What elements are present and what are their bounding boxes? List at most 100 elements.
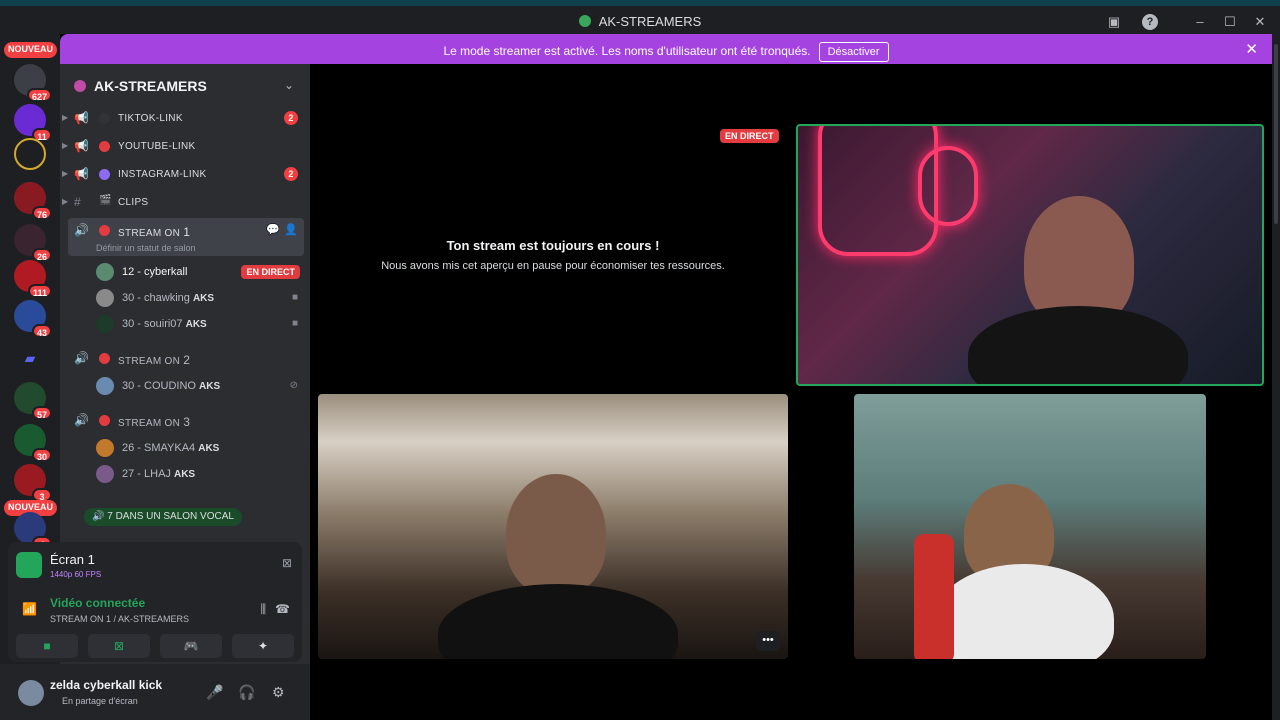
mention-badge: 57 <box>31 406 52 420</box>
mention-badge: 111 <box>27 284 52 298</box>
close-window-button[interactable]: ✕ <box>1250 12 1270 32</box>
disable-streamer-mode-button[interactable]: Désactiver <box>818 42 889 62</box>
share-screen-button[interactable]: ⊠ <box>88 634 150 658</box>
server-icon[interactable]: 57 <box>14 382 52 420</box>
disconnect-icon[interactable]: ☎ <box>275 602 290 616</box>
server-icon[interactable]: 11 <box>14 104 52 142</box>
caret-icon: ▶ <box>62 113 69 122</box>
camera-icon: ■ <box>291 318 298 329</box>
voice-channel-stream-on-3[interactable]: 🔊 STREAM ON 3 <box>68 408 304 432</box>
user-panel: zelda cyberkall kick En partage d'écran … <box>0 664 310 720</box>
unread-badge: 2 <box>284 167 298 181</box>
streamer-video <box>506 474 606 594</box>
noise-suppression-icon[interactable]: ⫼ <box>260 602 266 617</box>
announcement-icon: 📢 <box>74 167 90 181</box>
server-icon[interactable]: 76 <box>14 182 52 220</box>
voice-member[interactable]: 12 - cyberkall EN DIRECT <box>96 260 304 284</box>
mention-badge: 43 <box>31 324 52 338</box>
server-icon <box>74 80 86 92</box>
screen-share-card[interactable]: Écran 1 1440p 60 FPS ⊠ <box>16 550 294 588</box>
voice-channel-stream-on-2[interactable]: 🔊 STREAM ON 2 <box>68 346 304 370</box>
server-icon[interactable]: 3 <box>14 464 52 502</box>
voice-member[interactable]: 30 - souiri07 AKS ■ <box>96 312 304 336</box>
user-status: En partage d'écran <box>62 696 138 706</box>
help-icon[interactable]: ? <box>1142 14 1158 30</box>
avatar <box>96 439 114 457</box>
scrollbar[interactable] <box>1272 34 1280 720</box>
avatar <box>96 377 114 395</box>
server-icon[interactable]: 4 <box>14 512 52 550</box>
speaker-icon: 🔊 <box>92 511 108 522</box>
app-logo-icon <box>578 15 591 27</box>
status-dot <box>99 141 110 152</box>
voice-channel-stream-on-1[interactable]: 🔊 STREAM ON 1 💬 👤 Définir un statut de s… <box>68 218 304 256</box>
headphones-icon[interactable]: 🎧 <box>238 684 255 701</box>
voice-actions: ■ ⊠ 🎮 ✦ <box>16 634 294 658</box>
live-badge: EN DIRECT <box>241 265 300 279</box>
voice-member[interactable]: 27 - LHAJ AKS <box>96 462 304 486</box>
server-icon[interactable]: 30 <box>14 424 52 462</box>
gamepad-icon: 🎮 <box>183 639 199 653</box>
avatar <box>96 315 114 333</box>
channel-clips[interactable]: ▶ # 🎬 CLIPS <box>62 190 304 214</box>
username[interactable]: zelda cyberkall kick <box>50 678 162 692</box>
window-title: AK-STREAMERS <box>598 14 702 29</box>
screen-title: Écran 1 <box>50 552 95 567</box>
inbox-icon[interactable]: ▣ <box>1104 12 1124 32</box>
gear-icon[interactable]: ⚙ <box>272 684 285 701</box>
server-header[interactable]: AK-STREAMERS <box>74 78 207 94</box>
more-options-button[interactable]: ••• <box>756 631 780 651</box>
chevron-down-icon[interactable]: ⌄ <box>284 78 294 92</box>
connection-label[interactable]: Vidéo connectée <box>50 596 145 610</box>
new-badge: NOUVEAU <box>4 42 58 58</box>
banner-text: Le mode streamer est activé. Les noms d'… <box>443 44 811 58</box>
server-icon[interactable] <box>14 138 46 170</box>
status-dot <box>99 415 110 426</box>
voice-activity-pill[interactable]: 🔊 7 DANS UN SALON VOCAL <box>84 508 242 526</box>
video-tile[interactable] <box>796 124 1264 386</box>
soundboard-button[interactable]: ✦ <box>232 634 294 658</box>
activities-button[interactable]: 🎮 <box>160 634 222 658</box>
video-tile[interactable]: ••• <box>318 394 788 659</box>
speaker-icon: 🔊 <box>74 413 90 427</box>
maximize-button[interactable]: ☐ <box>1220 12 1240 32</box>
avatar <box>96 465 114 483</box>
status-dot <box>99 169 110 180</box>
stop-share-icon[interactable]: ⊠ <box>282 556 292 570</box>
server-icon[interactable]: 627 <box>14 64 52 102</box>
server-icon[interactable]: 111 <box>14 260 52 298</box>
mention-badge: 76 <box>31 206 52 220</box>
chat-icon[interactable]: 💬 <box>266 223 280 236</box>
folder-icon[interactable]: ▰ <box>14 342 46 374</box>
channel-instagram-link[interactable]: ▶ 📢 INSTAGRAM-LINK 2 <box>62 162 304 186</box>
server-icon[interactable]: 26 <box>14 224 52 262</box>
minimize-button[interactable]: – <box>1190 12 1210 32</box>
invite-icon[interactable]: 👤 <box>284 223 298 236</box>
voice-member[interactable]: 30 - chawking AKS ■ <box>96 286 304 310</box>
connection-channel[interactable]: STREAM ON 1 / AK-STREAMERS <box>50 614 189 624</box>
mention-badge: 627 <box>26 88 52 102</box>
microphone-icon[interactable]: 🎤 <box>206 684 223 701</box>
video-stage: Ton stream est toujours en cours ! Nous … <box>310 64 1272 720</box>
announcement-icon: 📢 <box>74 139 90 153</box>
stream-paused-title: Ton stream est toujours en cours ! <box>446 238 660 253</box>
voice-member[interactable]: 26 - SMAYKA4 AKS <box>96 436 304 460</box>
camera-button[interactable]: ■ <box>16 634 78 658</box>
video-tile[interactable] <box>854 394 1206 659</box>
screen-icon: ⊠ <box>113 639 125 653</box>
channel-status[interactable]: Définir un statut de salon <box>96 243 196 253</box>
channel-tiktok-link[interactable]: ▶ 📢 TIKTOK-LINK 2 <box>62 106 304 130</box>
caret-icon: ▶ <box>62 197 69 206</box>
voice-member[interactable]: 30 - COUDINO AKS ⊘ <box>96 374 304 398</box>
channel-youtube-link[interactable]: ▶ 📢 YOUTUBE-LINK <box>62 134 304 158</box>
close-icon[interactable]: ✕ <box>1245 40 1258 58</box>
unread-badge: 2 <box>284 111 298 125</box>
avatar[interactable] <box>18 680 44 706</box>
status-dot <box>99 225 110 236</box>
title-bar: AK-STREAMERS ▣ ? – ☐ ✕ <box>0 0 1280 34</box>
server-icon[interactable]: 43 <box>14 300 52 338</box>
caret-icon: ▶ <box>62 141 69 150</box>
screen-share-icon <box>16 552 42 578</box>
camera-icon: ■ <box>43 639 51 653</box>
streamer-body <box>934 564 1114 659</box>
